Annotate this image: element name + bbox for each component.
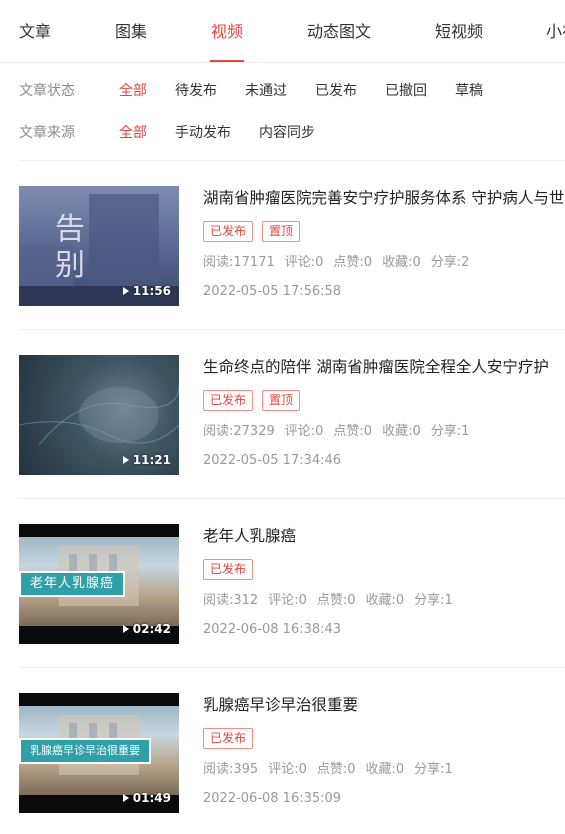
like-count: 点赞:0 [316,593,356,608]
video-stats: 阅读:395 评论:0 点赞:0 收藏:0 分享:1 [203,762,453,778]
thumbnail-caption: 老年人乳腺癌 [19,571,125,597]
tab-video[interactable]: 视频 [211,22,243,42]
share-count: 分享:1 [430,424,470,439]
video-thumbnail[interactable]: 老年人乳腺癌 02:42 [19,524,179,644]
share-count: 分享:2 [430,255,470,270]
tab-article[interactable]: 文章 [19,22,51,42]
share-count: 分享:1 [414,762,453,777]
comment-count: 评论:0 [284,424,324,439]
tab-gallery[interactable]: 图集 [115,22,147,42]
pinned-badge: 置顶 [262,390,301,411]
status-badges: 已发布 置顶 [203,221,301,242]
play-icon [122,456,129,464]
play-icon [122,794,129,802]
video-stats: 阅读:312 评论:0 点赞:0 收藏:0 分享:1 [203,593,453,609]
status-filter-label: 文章状态 [19,83,75,99]
tab-short-video[interactable]: 短视频 [435,22,483,42]
play-icon [122,287,129,295]
status-badges: 已发布 [203,559,254,580]
status-option-rejected[interactable]: 未通过 [245,82,287,100]
source-option-sync[interactable]: 内容同步 [259,124,315,142]
read-count: 阅读:17171 [203,255,275,270]
source-option-manual[interactable]: 手动发布 [175,124,231,142]
share-count: 分享:1 [414,593,453,608]
video-title[interactable]: 乳腺癌早诊早治很重要 [203,695,565,715]
video-title[interactable]: 老年人乳腺癌 [203,526,565,546]
pinned-badge: 置顶 [262,221,301,242]
play-icon [122,625,129,633]
video-title[interactable]: 湖南省肿瘤医院完善安宁疗护服务体系 守护病人与世界温柔告别 [203,188,565,208]
status-badge: 已发布 [203,559,254,580]
duration-text: 11:21 [132,453,171,467]
video-list-item[interactable]: 老年人乳腺癌 02:42 老年人乳腺癌 已发布 阅读:312 评论:0 点赞:0… [0,499,565,668]
duration-text: 01:49 [132,791,171,805]
video-list-item[interactable]: 11:21 生命终点的陪伴 湖南省肿瘤医院全程全人安宁疗护 已发布 置顶 阅读:… [0,330,565,499]
read-count: 阅读:27329 [203,424,275,439]
status-badge: 已发布 [203,221,254,242]
status-option-withdrawn[interactable]: 已撤回 [385,82,427,100]
video-list-item[interactable]: 告 别 11:56 湖南省肿瘤医院完善安宁疗护服务体系 守护病人与世界温柔告别 … [0,161,565,330]
video-duration: 11:56 [122,284,171,298]
video-thumbnail[interactable]: 11:21 [19,355,179,475]
favorite-count: 收藏:0 [382,424,421,439]
content-type-tabs: 文章 图集 视频 动态图文 短视频 小视频 [0,0,565,63]
like-count: 点赞:0 [333,255,373,270]
video-thumbnail[interactable]: 乳腺癌早诊早治很重要 01:49 [19,693,179,813]
favorite-count: 收藏:0 [365,762,405,777]
tab-dynamic-post[interactable]: 动态图文 [307,22,371,42]
favorite-count: 收藏:0 [365,593,405,608]
favorite-count: 收藏:0 [382,255,421,270]
duration-text: 02:42 [132,622,171,636]
source-filter-label: 文章来源 [19,125,75,141]
publish-date: 2022-06-08 16:35:09 [203,791,342,806]
duration-text: 11:56 [132,284,171,298]
read-count: 阅读:312 [203,593,259,608]
content-manager-page: 文章 图集 视频 动态图文 短视频 小视频 文章状态 全部 待发布 未通过 已发… [0,0,565,834]
video-duration: 11:21 [122,453,171,467]
thumbnail-caption: 告 别 [55,212,93,283]
comment-count: 评论:0 [268,593,307,608]
status-badges: 已发布 置顶 [203,390,301,411]
status-badges: 已发布 [203,728,254,749]
publish-date: 2022-05-05 17:34:46 [203,453,342,468]
status-option-published[interactable]: 已发布 [315,82,357,100]
comment-count: 评论:0 [268,762,307,777]
video-duration: 01:49 [122,791,171,805]
video-stats: 阅读:27329 评论:0 点赞:0 收藏:0 分享:1 [203,424,469,440]
status-option-pending[interactable]: 待发布 [175,82,217,100]
video-list-item[interactable]: 乳腺癌早诊早治很重要 01:49 乳腺癌早诊早治很重要 已发布 阅读:395 评… [0,668,565,834]
status-badge: 已发布 [203,390,254,411]
video-stats: 阅读:17171 评论:0 点赞:0 收藏:0 分享:2 [203,255,469,271]
tab-mini-video[interactable]: 小视频 [546,22,565,42]
like-count: 点赞:0 [316,762,356,777]
status-option-draft[interactable]: 草稿 [455,82,483,100]
read-count: 阅读:395 [203,762,259,777]
video-duration: 02:42 [122,622,171,636]
active-tab-indicator [210,60,244,62]
video-title[interactable]: 生命终点的陪伴 湖南省肿瘤医院全程全人安宁疗护 [203,357,565,377]
like-count: 点赞:0 [333,424,373,439]
status-option-all[interactable]: 全部 [119,82,147,100]
status-badge: 已发布 [203,728,254,749]
video-thumbnail[interactable]: 告 别 11:56 [19,186,179,306]
publish-date: 2022-05-05 17:56:58 [203,284,342,299]
publish-date: 2022-06-08 16:38:43 [203,622,342,637]
thumbnail-caption: 乳腺癌早诊早治很重要 [19,738,151,764]
comment-count: 评论:0 [284,255,324,270]
source-option-all[interactable]: 全部 [119,124,147,142]
